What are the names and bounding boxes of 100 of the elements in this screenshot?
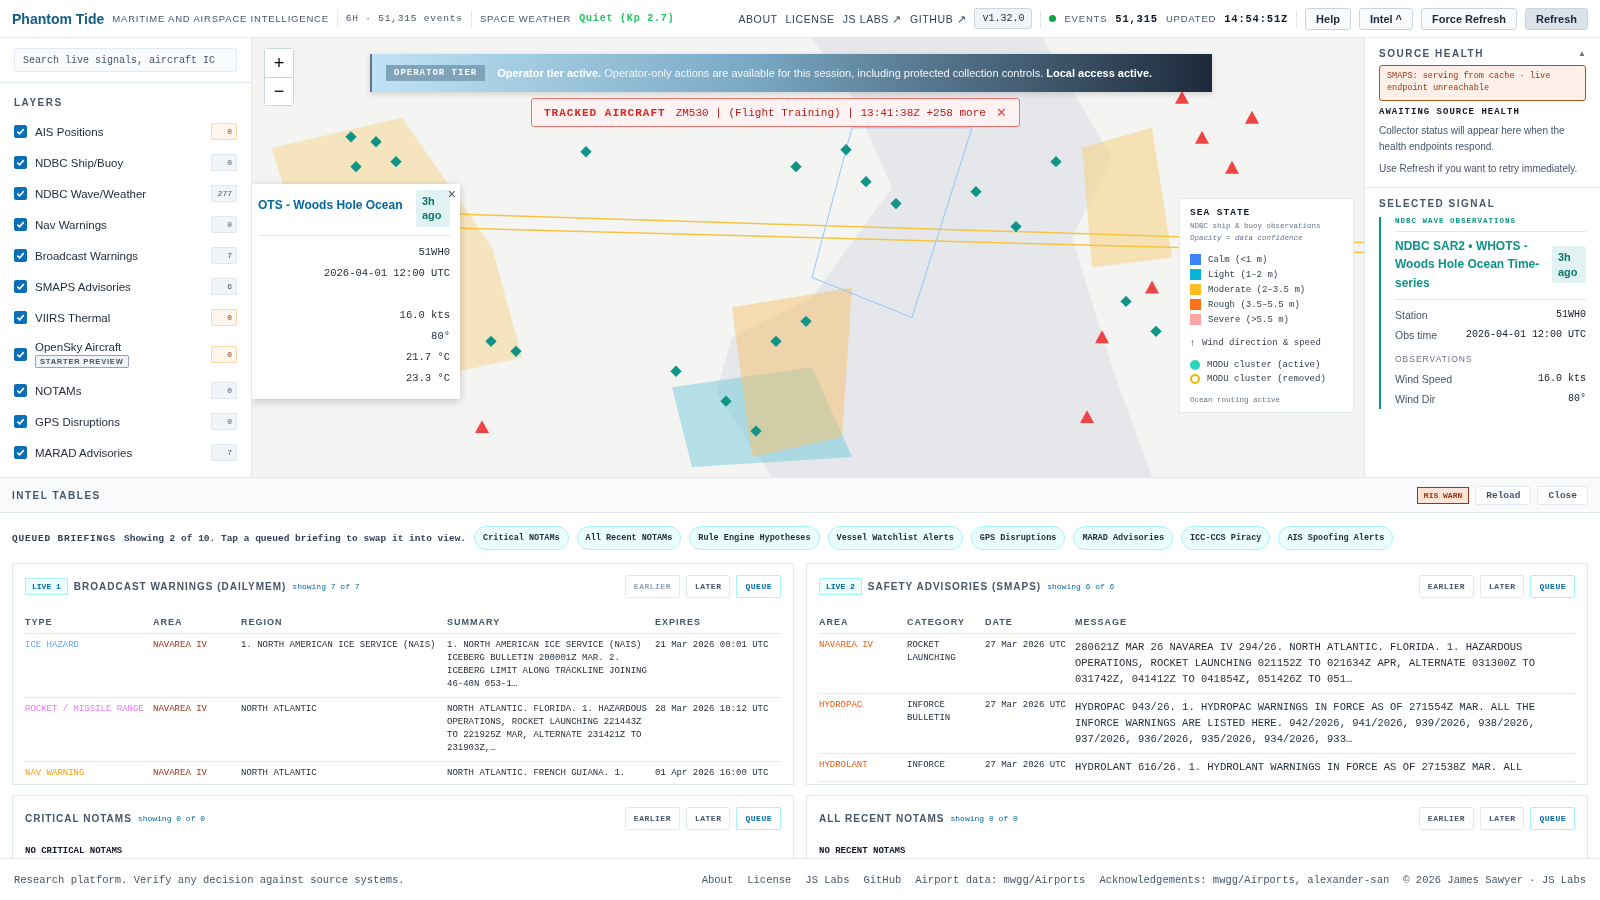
field-label: Station bbox=[1395, 307, 1428, 323]
footer-link[interactable]: JS Labs bbox=[805, 873, 850, 886]
pager-button[interactable]: LATER bbox=[685, 806, 731, 830]
table-cell-text: NAVAREA IV bbox=[153, 639, 208, 652]
table-cell-text: HYDROLANT bbox=[819, 759, 869, 772]
layer-checkbox[interactable] bbox=[14, 347, 27, 361]
layer-checkbox[interactable] bbox=[14, 311, 27, 324]
arrow-symbol: ↑ bbox=[1190, 337, 1195, 348]
table-cell-text: 280621Z MAR 26 NAVAREA IV 294/26. NORTH ATLANTIC. FLORIDA. 1. HAZARDOUS OPERATIONS, ROCKET LAUNCHING 021152Z TO 021634Z APR, ALTERNATE 031300Z TO 031742Z, 041412Z TO 041854Z, 051426Z TO 051… bbox=[1075, 640, 1536, 687]
pager-button[interactable]: EARLIER bbox=[1418, 574, 1474, 598]
pager-button[interactable]: QUEUE bbox=[1530, 806, 1575, 830]
layer-checkbox[interactable] bbox=[14, 249, 27, 262]
close-button[interactable]: × bbox=[447, 186, 456, 202]
field-value: 2026-04-01 12:00 UTC bbox=[1465, 327, 1586, 342]
table-cell-text: HYDROLANT 616/26. 1. HYDROLANT WARNINGS IN FORCE AS OF 271538Z MAR. ALL bbox=[1075, 760, 1524, 775]
layer-label: Nav Warnings bbox=[35, 218, 107, 231]
field-label: Wind Speed bbox=[1395, 371, 1453, 387]
footer-link[interactable]: Acknowledgements: mwgg/Airports, alexander-san bbox=[1099, 873, 1390, 886]
layer-count: 0 bbox=[211, 413, 237, 430]
table-cell-text: HYDROPAC 943/26. 1. HYDROPAC WARNINGS IN FORCE AS OF 271554Z MAR. ALL THE INFORCE WARNINGS ARE LISTED HERE. 942/2026, 941/2026, 939/2026, 938/2026, 937/2026, 936/2026, 935/2026, 934/2026, 933… bbox=[1075, 700, 1536, 747]
pager-button[interactable]: LATER bbox=[685, 574, 731, 598]
pager-button[interactable]: LATER bbox=[1479, 574, 1525, 598]
table-cell-text: 27 Mar 2026 UTC bbox=[985, 639, 1067, 652]
column-header: TYPE bbox=[25, 616, 54, 627]
layer-label: NDBC Wave/Weather bbox=[35, 187, 147, 200]
search-field[interactable]: Search live signals, aircraft IC bbox=[14, 48, 237, 72]
footer-link[interactable]: About bbox=[701, 873, 734, 886]
pager-button[interactable]: QUEUE bbox=[736, 574, 781, 598]
section-title: SELECTED SIGNAL bbox=[1379, 197, 1496, 209]
briefing-chip[interactable]: Rule Engine Hypotheses bbox=[689, 526, 820, 550]
layer-checkbox[interactable] bbox=[14, 446, 27, 459]
zoom-out-button[interactable]: − bbox=[265, 77, 293, 105]
nav-link[interactable]: ABOUT bbox=[738, 12, 778, 25]
legend-label: MODU cluster (removed) bbox=[1207, 374, 1326, 384]
nav-link[interactable]: JS LABS ↗ bbox=[842, 12, 903, 25]
layer-label: Broadcast Warnings bbox=[35, 249, 139, 262]
nav-link[interactable]: LICENSE bbox=[785, 12, 835, 25]
briefing-chip[interactable]: MARAD Advisories bbox=[1073, 526, 1173, 550]
legend-label: Calm (<1 m) bbox=[1208, 254, 1268, 265]
layer-checkbox[interactable] bbox=[14, 280, 27, 293]
footer-link[interactable]: © 2026 James Sawyer · JS Labs bbox=[1403, 873, 1586, 886]
briefing-chip[interactable]: Critical NOTAMs bbox=[474, 526, 569, 550]
popup-value: 21.7 °C bbox=[404, 349, 450, 365]
close-button[interactable]: ✕ bbox=[995, 105, 1007, 120]
table-cell-text: INFORCE bbox=[907, 759, 946, 772]
briefing-chip[interactable]: GPS Disruptions bbox=[970, 526, 1066, 550]
check-icon bbox=[16, 386, 25, 395]
layer-count: 277 bbox=[211, 185, 237, 202]
panel-button[interactable]: Close bbox=[1537, 485, 1588, 505]
briefing-chip[interactable]: ICC-CCS Piracy bbox=[1181, 526, 1271, 550]
header-button[interactable]: Intel ^ bbox=[1358, 7, 1414, 30]
table-cell-text: NAVAREA IV bbox=[153, 767, 208, 780]
collapse-toggle[interactable]: ▲ bbox=[1578, 49, 1586, 58]
table-cell-text: NAVAREA IV bbox=[819, 639, 874, 652]
brand-title[interactable]: Phantom Tide bbox=[12, 10, 105, 27]
layer-checkbox[interactable] bbox=[14, 218, 27, 231]
briefing-chip[interactable]: Vessel Watchlist Alerts bbox=[827, 526, 963, 550]
popup-value: 51WH0 bbox=[417, 244, 450, 260]
status-heading: AWAITING SOURCE HEALTH bbox=[1379, 106, 1521, 117]
layer-checkbox[interactable] bbox=[14, 415, 27, 428]
layer-checkbox[interactable] bbox=[14, 187, 27, 200]
check-icon bbox=[16, 282, 25, 291]
column-header: MESSAGE bbox=[1075, 616, 1128, 627]
header-button[interactable]: Refresh bbox=[1525, 7, 1588, 30]
empty-message: NO CRITICAL NOTAMS bbox=[25, 845, 124, 856]
disclaimer-text: Research platform. Verify any decision against source systems. bbox=[14, 873, 406, 886]
legend-label: Wind direction & speed bbox=[1202, 337, 1321, 348]
layer-checkbox[interactable] bbox=[14, 125, 27, 138]
version-label: v1.32.0 bbox=[974, 8, 1033, 29]
header-button[interactable]: Help bbox=[1305, 7, 1351, 30]
footer-link[interactable]: Airport data: mwgg/Airports bbox=[915, 873, 1086, 886]
cluster-dot-icon bbox=[1190, 360, 1200, 370]
layer-label: SMAPS Advisories bbox=[35, 280, 131, 293]
section-title: SOURCE HEALTH bbox=[1379, 48, 1484, 59]
layer-checkbox[interactable] bbox=[14, 156, 27, 169]
pager-button[interactable]: QUEUE bbox=[736, 806, 781, 830]
showing-count: showing 0 of 0 bbox=[950, 813, 1019, 823]
queue-hint: Showing 2 of 10. Tap a queued briefing to swap it into view. bbox=[124, 532, 467, 544]
footer-link[interactable]: License bbox=[747, 873, 792, 886]
check-icon bbox=[16, 158, 25, 167]
panel-title: CRITICAL NOTAMS bbox=[25, 812, 132, 824]
check-icon bbox=[16, 349, 25, 359]
briefing-chip[interactable]: All Recent NOTAMs bbox=[576, 526, 682, 550]
pager-button[interactable]: EARLIER bbox=[1418, 806, 1474, 830]
footer-link[interactable]: GitHub bbox=[863, 873, 902, 886]
panel-button[interactable]: Reload bbox=[1475, 485, 1532, 505]
pager-button[interactable]: LATER bbox=[1479, 806, 1525, 830]
legend-title: SEA STATE bbox=[1190, 207, 1252, 218]
events-label: EVENTS bbox=[1064, 13, 1108, 24]
layer-checkbox[interactable] bbox=[14, 384, 27, 397]
nav-link[interactable]: GITHUB ↗ bbox=[910, 12, 967, 25]
table-cell-text: NORTH ATLANTIC. FRENCH GUIANA. 1. bbox=[447, 767, 627, 780]
briefing-chip[interactable]: AIS Spoofing Alerts bbox=[1278, 526, 1394, 550]
panel-title: BROADCAST WARNINGS (DAILYMEM) bbox=[73, 580, 287, 592]
popup-value: 80° bbox=[430, 328, 450, 344]
pager-button[interactable]: QUEUE bbox=[1530, 574, 1575, 598]
pager-button[interactable]: EARLIER bbox=[624, 806, 680, 830]
header-button[interactable]: Force Refresh bbox=[1421, 7, 1518, 30]
table-cell-text: NORTH ATLANTIC. FLORIDA. 1. HAZARDOUS OPERATIONS, ROCKET LAUNCHING 221443Z TO 221925Z MAR, ALTERNATE 231421Z TO 231903Z,… bbox=[447, 703, 648, 755]
popup-value: 23.3 °C bbox=[404, 370, 450, 386]
